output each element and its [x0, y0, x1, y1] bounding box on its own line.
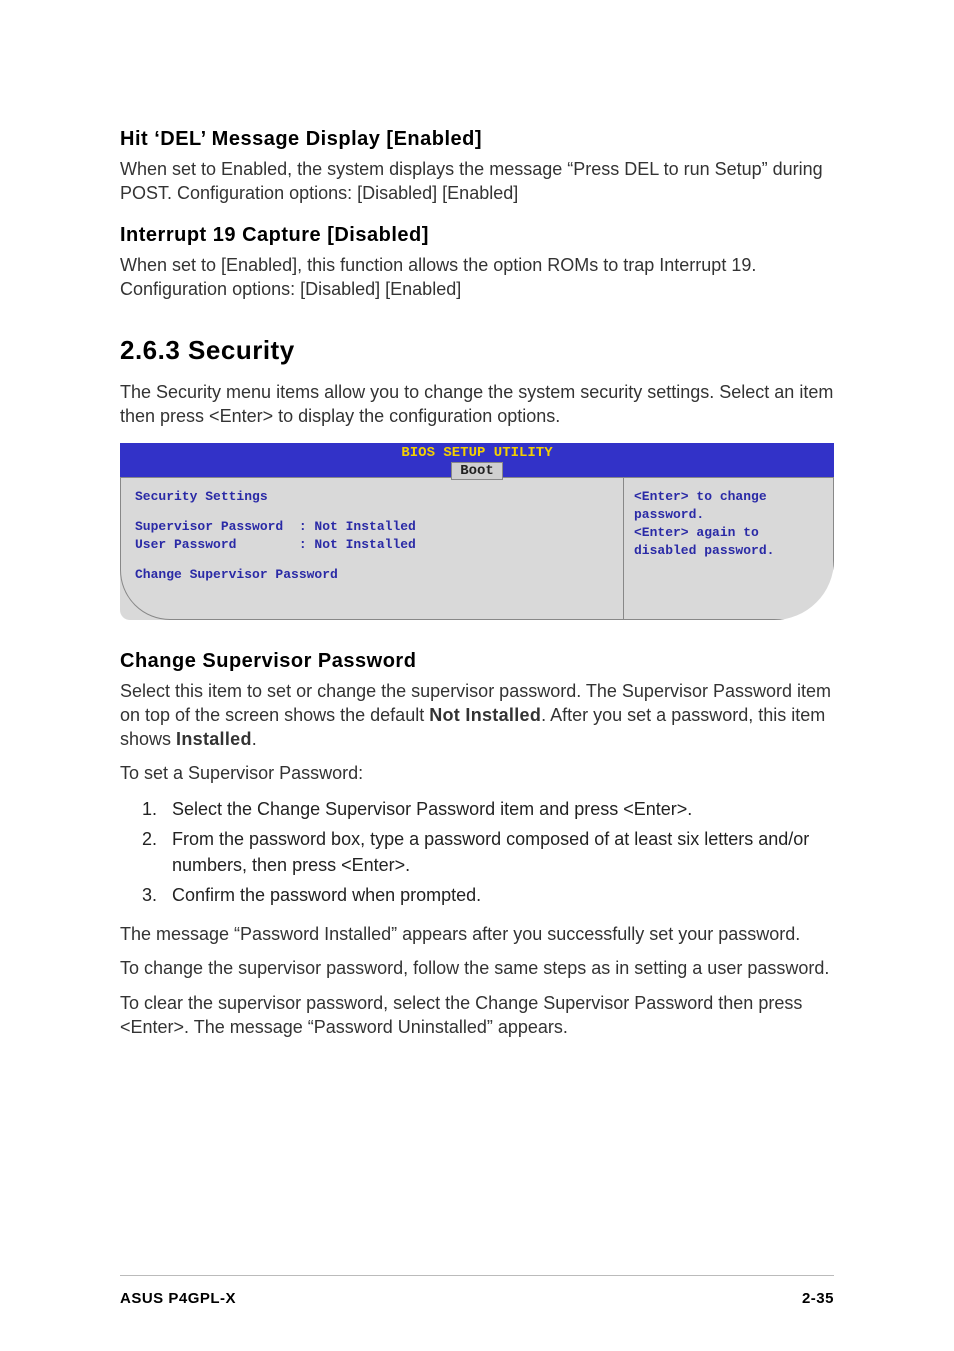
steps-set-password: Select the Change Supervisor Password it…: [120, 796, 834, 908]
para-csp-intro: Select this item to set or change the su…: [120, 679, 834, 752]
list-item: From the password box, type a password c…: [162, 826, 834, 878]
bios-title: BIOS SETUP UTILITY: [120, 445, 834, 461]
keyword-installed: Installed: [176, 729, 252, 749]
bios-spacer: [135, 506, 609, 518]
bios-screenshot: BIOS SETUP UTILITY Boot Security Setting…: [120, 443, 834, 620]
para-security-intro: The Security menu items allow you to cha…: [120, 380, 834, 429]
keyword-not-installed: Not Installed: [429, 705, 541, 725]
bios-help-line: password.: [634, 506, 823, 524]
text-run: .: [252, 729, 257, 749]
bios-change-supervisor-password: Change Supervisor Password: [135, 566, 609, 584]
bios-help-line: <Enter> again to: [634, 524, 823, 542]
bios-help-line: <Enter> to change: [634, 488, 823, 506]
bios-supervisor-password-row: Supervisor Password : Not Installed: [135, 518, 609, 536]
para-del-message: When set to Enabled, the system displays…: [120, 157, 834, 206]
list-item: Select the Change Supervisor Password it…: [162, 796, 834, 822]
heading-del-message: Hit ‘DEL’ Message Display [Enabled]: [120, 128, 834, 151]
footer-page-number: 2-35: [802, 1290, 834, 1307]
bios-left-pane: Security Settings Supervisor Password : …: [120, 477, 624, 620]
bios-spacer: [135, 554, 609, 566]
heading-interrupt-19: Interrupt 19 Capture [Disabled]: [120, 224, 834, 247]
para-password-installed: The message “Password Installed” appears…: [120, 922, 834, 946]
list-item: Confirm the password when prompted.: [162, 882, 834, 908]
bios-security-settings-label: Security Settings: [135, 488, 609, 506]
bios-user-password-row: User Password : Not Installed: [135, 536, 609, 554]
footer-product: ASUS P4GPL-X: [120, 1290, 236, 1307]
bios-help-line: disabled password.: [634, 542, 823, 560]
bios-tab-boot: Boot: [451, 462, 503, 480]
bios-header: BIOS SETUP UTILITY Boot: [120, 443, 834, 477]
bios-help-pane: <Enter> to change password. <Enter> agai…: [624, 477, 834, 620]
heading-change-supervisor-password: Change Supervisor Password: [120, 650, 834, 673]
heading-security-section: 2.6.3 Security: [120, 335, 834, 366]
para-to-set-password: To set a Supervisor Password:: [120, 761, 834, 785]
para-change-password: To change the supervisor password, follo…: [120, 956, 834, 980]
page-footer: ASUS P4GPL-X 2-35: [120, 1275, 834, 1307]
para-clear-password: To clear the supervisor password, select…: [120, 991, 834, 1040]
bios-body: Security Settings Supervisor Password : …: [120, 477, 834, 620]
para-interrupt-19: When set to [Enabled], this function all…: [120, 253, 834, 302]
